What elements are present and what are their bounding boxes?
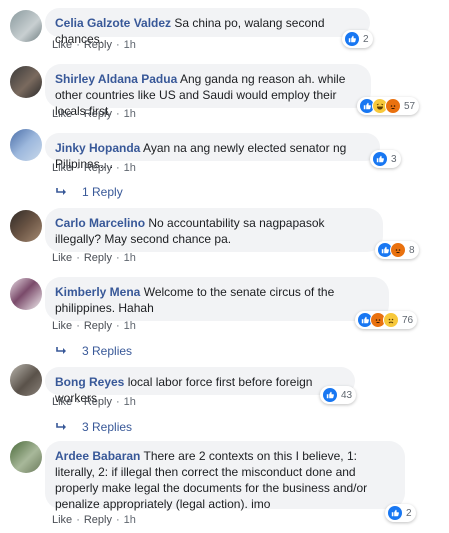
comment-actions: Like · Reply · 1h: [52, 162, 136, 174]
comment-timestamp[interactable]: 1h: [124, 252, 136, 264]
like-link[interactable]: Like: [52, 320, 72, 332]
comment-actions: Like · Reply · 1h: [52, 108, 136, 120]
angry-reaction-icon: [385, 98, 401, 114]
reaction-count: 57: [404, 100, 416, 112]
comment-timestamp[interactable]: 1h: [124, 514, 136, 526]
comment-bubble: Ardee Babaran There are 2 contexts on th…: [45, 441, 405, 511]
reaction-summary[interactable]: 57: [357, 97, 420, 115]
reaction-count: 43: [341, 389, 353, 401]
reaction-summary[interactable]: 43: [320, 386, 357, 404]
comment-author[interactable]: Ardee Babaran: [55, 449, 140, 463]
comment-actions: Like · Reply · 1h: [52, 514, 136, 526]
view-replies-link[interactable]: 3 Replies: [56, 344, 132, 358]
reply-link[interactable]: Reply: [84, 39, 112, 51]
reaction-summary[interactable]: 8: [375, 241, 419, 259]
avatar[interactable]: [10, 66, 42, 98]
like-reaction-icon: [372, 151, 388, 167]
avatar[interactable]: [10, 278, 42, 310]
comment-actions: Like · Reply · 1h: [52, 320, 136, 332]
reaction-count: 8: [409, 244, 415, 256]
reply-link[interactable]: Reply: [84, 396, 112, 408]
comment-bubble: Jinky Hopanda Ayan na ang newly elected …: [45, 133, 380, 171]
comment-timestamp[interactable]: 1h: [124, 320, 136, 332]
reaction-summary[interactable]: 2: [342, 30, 373, 48]
view-replies-link[interactable]: 1 Reply: [56, 185, 123, 199]
view-replies-link[interactable]: 3 Replies: [56, 420, 132, 434]
comment-author[interactable]: Celia Galzote Valdez: [55, 16, 171, 30]
replies-label: 3 Replies: [82, 344, 133, 358]
reply-link[interactable]: Reply: [84, 514, 112, 526]
comment-bubble: Kimberly Mena Welcome to the senate circ…: [45, 277, 389, 321]
comment-timestamp[interactable]: 1h: [124, 39, 136, 51]
reaction-summary[interactable]: 76: [355, 311, 418, 329]
avatar[interactable]: [10, 364, 42, 396]
like-link[interactable]: Like: [52, 39, 72, 51]
comment-actions: Like · Reply · 1h: [52, 396, 136, 408]
reaction-summary[interactable]: 3: [370, 150, 401, 168]
comment-bubble: Celia Galzote Valdez Sa china po, walang…: [45, 8, 370, 46]
reply-link[interactable]: Reply: [84, 108, 112, 120]
comment-author[interactable]: Kimberly Mena: [55, 285, 140, 299]
comment-bubble: Shirley Aldana Padua Ang ganda ng reason…: [45, 64, 371, 118]
comment-author[interactable]: Shirley Aldana Padua: [55, 72, 177, 86]
comment-actions: Like · Reply · 1h: [52, 252, 136, 264]
replies-label: 3 Replies: [82, 420, 133, 434]
reaction-summary[interactable]: 2: [385, 504, 416, 522]
angry-reaction-icon: [390, 242, 406, 258]
avatar[interactable]: [10, 210, 42, 242]
comment-author[interactable]: Bong Reyes: [55, 375, 124, 389]
comment-author[interactable]: Carlo Marcelino: [55, 216, 145, 230]
reply-link[interactable]: Reply: [84, 320, 112, 332]
like-link[interactable]: Like: [52, 396, 72, 408]
like-link[interactable]: Like: [52, 108, 72, 120]
comment-timestamp[interactable]: 1h: [124, 162, 136, 174]
avatar[interactable]: [10, 129, 42, 161]
like-link[interactable]: Like: [52, 252, 72, 264]
reaction-count: 3: [391, 153, 397, 165]
avatar[interactable]: [10, 441, 42, 473]
comment-timestamp[interactable]: 1h: [124, 108, 136, 120]
comment-author[interactable]: Jinky Hopanda: [55, 141, 140, 155]
reaction-count: 2: [406, 507, 412, 519]
like-reaction-icon: [387, 505, 403, 521]
comment-timestamp[interactable]: 1h: [124, 396, 136, 408]
like-reaction-icon: [322, 387, 338, 403]
reply-link[interactable]: Reply: [84, 162, 112, 174]
reaction-count: 76: [402, 314, 414, 326]
like-reaction-icon: [344, 31, 360, 47]
avatar[interactable]: [10, 10, 42, 42]
reply-link[interactable]: Reply: [84, 252, 112, 264]
sad-reaction-icon: [383, 312, 399, 328]
comment-bubble: Carlo Marcelino No accountability sa nag…: [45, 208, 383, 252]
reply-arrow-icon: [56, 423, 66, 430]
like-link[interactable]: Like: [52, 162, 72, 174]
reply-arrow-icon: [56, 188, 66, 195]
reaction-count: 2: [363, 33, 369, 45]
like-link[interactable]: Like: [52, 514, 72, 526]
comment-actions: Like · Reply · 1h: [52, 39, 136, 51]
comment-bubble: Bong Reyes local labor force first befor…: [45, 367, 355, 405]
reply-arrow-icon: [56, 347, 66, 354]
replies-label: 1 Reply: [82, 185, 123, 199]
